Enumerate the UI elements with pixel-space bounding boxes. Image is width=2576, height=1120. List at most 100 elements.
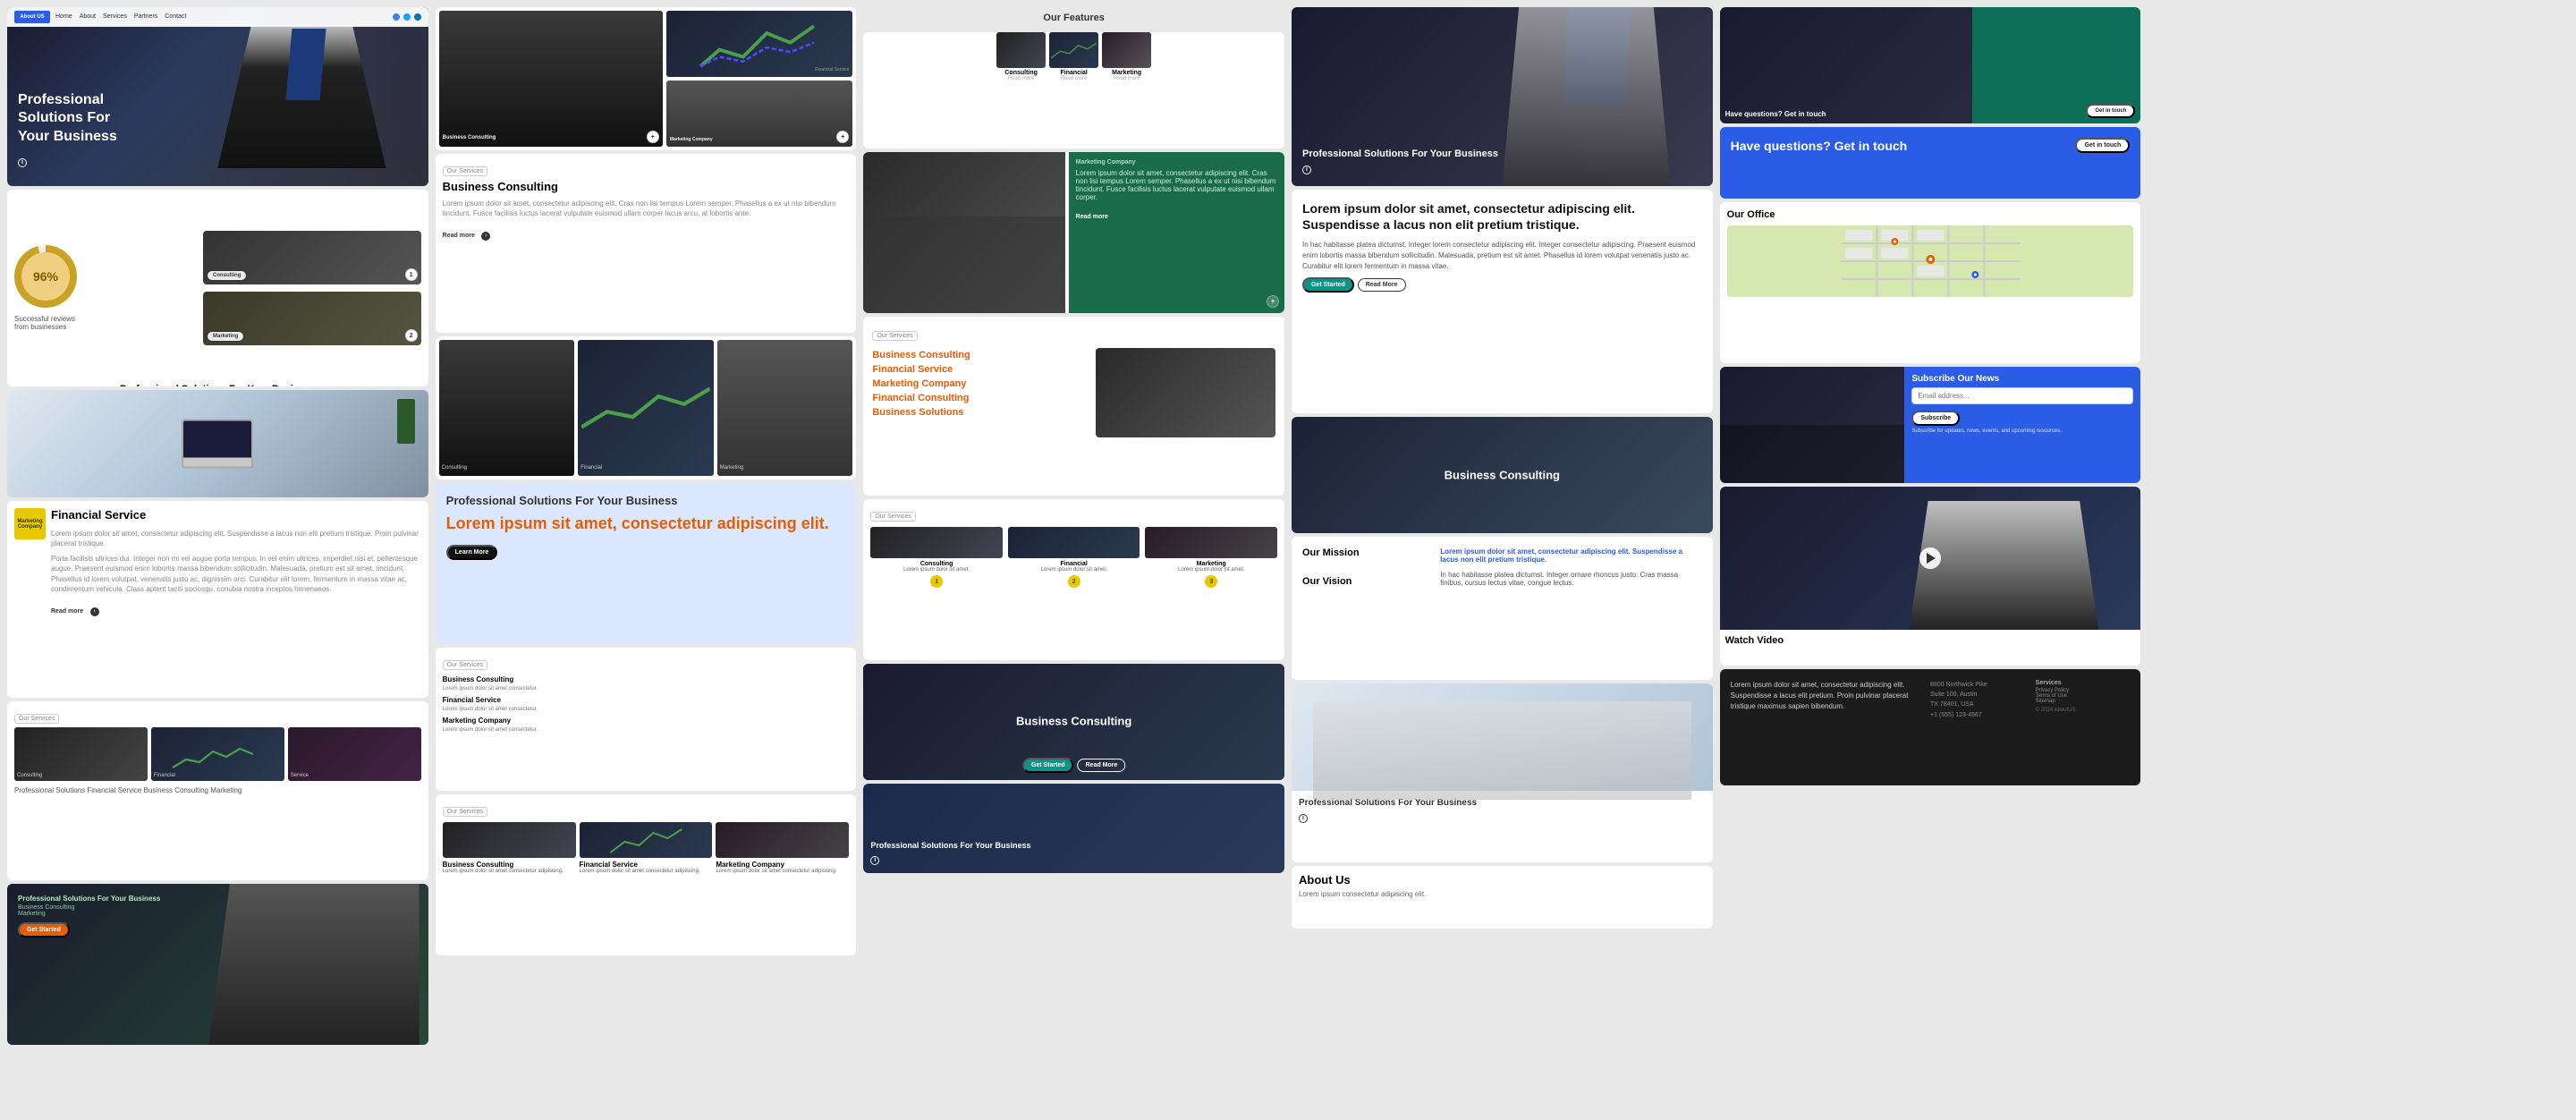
- consulting-badge: Consulting: [207, 265, 247, 281]
- icon-label-1: Consulting: [870, 561, 1003, 567]
- card-footer: Lorem ipsum dolor sit amet, consectetur …: [1720, 669, 2141, 785]
- hero-info-icon[interactable]: i: [18, 152, 134, 168]
- card-cta: Professional Solutions For Your Business…: [7, 884, 428, 1045]
- our-services-label: Our Services: [443, 166, 487, 176]
- feat-consulting: Consulting Read more: [996, 32, 1046, 81]
- subscribe-title: Subscribe Our News: [1911, 374, 2133, 384]
- nav-about[interactable]: About: [80, 13, 96, 20]
- suit-hero-info[interactable]: i: [1302, 165, 1311, 174]
- svc-2-desc: Lorem ipsum dolor sit amet consectetur.: [443, 707, 850, 712]
- chart-svg-2: [578, 340, 714, 476]
- nav-partners[interactable]: Partners: [134, 13, 157, 20]
- read-more-btn[interactable]: Read more: [443, 233, 475, 239]
- mission-text: Lorem ipsum dolor sit amet, consectetur …: [1440, 547, 1701, 564]
- mv-texts: Lorem ipsum dolor sit amet, consectetur …: [1440, 547, 1701, 587]
- chart-svg-1: [153, 743, 273, 770]
- feat-readmore-2[interactable]: Read more: [1049, 76, 1098, 81]
- subscribe-email-input[interactable]: [1911, 387, 2133, 404]
- feature-tabs-row: Consulting Read more Financial Read more…: [863, 32, 1284, 81]
- our-services-icon-label: Our Services: [870, 512, 915, 522]
- card-questions-img: Have questions? Get in touch Get in touc…: [1720, 7, 2141, 123]
- read-more-link[interactable]: Read more: [51, 608, 83, 615]
- read-more-arrow-2[interactable]: ›: [481, 232, 490, 241]
- marketing-co-readmore: Read more: [1076, 207, 1277, 223]
- card-financial-service: Marketing Company Financial Service Lore…: [7, 501, 428, 698]
- nav-contact[interactable]: Contact: [165, 13, 186, 20]
- orange-services-row: Business Consulting Financial Service Ma…: [872, 348, 1275, 437]
- footer-row: Lorem ipsum dolor sit amet, consectetur …: [1731, 680, 2131, 720]
- services-list-items: Business Consulting Lorem ipsum dolor si…: [443, 675, 850, 733]
- marketing-badge: Marketing: [207, 326, 244, 342]
- feat-financial: Financial Read more: [1049, 32, 1098, 81]
- q-btn-area: Get in touch: [2086, 100, 2135, 118]
- collab-info[interactable]: i: [1299, 814, 1308, 823]
- circle-label: Successful reviews from businesses: [14, 315, 86, 331]
- img-chart-2: Financial: [578, 340, 714, 476]
- lorem-read-more[interactable]: Read More: [1358, 278, 1406, 292]
- three-img-row: Business Consulting + Financial Service: [439, 11, 853, 147]
- cfm-desc-3: Lorem ipsum dolor sit amet consectetur a…: [716, 869, 849, 874]
- card-our-office: Our Office: [1720, 202, 2141, 363]
- learn-more-btn[interactable]: Learn More: [446, 545, 498, 560]
- card-office-mac: [7, 390, 428, 497]
- plant: [397, 399, 415, 444]
- card-icons-row: Our Services Consulting Lorem ipsum dolo…: [863, 499, 1284, 660]
- img-right-col: Financial Service Marketing Company +: [666, 11, 852, 147]
- cta-sub: Business Consulting: [18, 904, 197, 911]
- financial-body2: Porta facilisis ultrices dui. Integer no…: [51, 554, 421, 594]
- get-started-btn[interactable]: Get Started: [1022, 758, 1074, 773]
- our-services-orange-label: Our Services: [872, 331, 917, 341]
- column-3: Our Features Consulting Read more Financ…: [863, 7, 1284, 1045]
- read-more-arrow[interactable]: ›: [90, 607, 99, 616]
- chart-feat: [1049, 32, 1098, 68]
- social-icon-3[interactable]: [414, 13, 421, 21]
- services-label: Our Services: [14, 714, 59, 724]
- consult-overlay-text: Business Consulting: [1445, 469, 1560, 482]
- financial-body1: Lorem ipsum dolor sit amet, consectetur …: [51, 529, 421, 548]
- lorem-actions: Get Started Read More: [1302, 277, 1702, 293]
- feat-readmore-1[interactable]: Read more: [996, 76, 1046, 81]
- q-img-dark: Have questions? Get in touch: [1720, 7, 1972, 123]
- play-btn[interactable]: [1919, 547, 1941, 569]
- suit-hero-text: Professional Solutions For Your Business…: [1302, 148, 1498, 175]
- map-placeholder: [1727, 225, 2134, 297]
- footer-links: Services Privacy Policy Terms of Use Sit…: [2036, 680, 2131, 720]
- social-icon-2[interactable]: [403, 13, 411, 21]
- get-in-touch-blue-btn[interactable]: Get in touch: [2075, 138, 2130, 153]
- column-4: Professional Solutions For Your Business…: [1292, 7, 1713, 1045]
- q-blue-title: Have questions? Get in touch: [1731, 139, 1908, 153]
- img-meeting-2: Marketing: [717, 340, 853, 476]
- cfm-marketing: Marketing Company Lorem ipsum dolor sit …: [716, 822, 849, 874]
- nav-home[interactable]: Home: [55, 13, 72, 20]
- three-img-row-2: Consulting Financial Marketing: [439, 340, 853, 476]
- subscribe-btn[interactable]: Subscribe: [1911, 411, 1960, 426]
- office-title: Our Office: [1727, 209, 2134, 220]
- marketing-co-link[interactable]: Read more: [1076, 214, 1108, 220]
- cta-get-started-btn[interactable]: Get Started: [18, 922, 70, 938]
- card-questions-blue: Have questions? Get in touch Get in touc…: [1720, 127, 2141, 199]
- lorem-get-started[interactable]: Get Started: [1302, 277, 1354, 293]
- about-us-title: About Us: [1299, 873, 1706, 887]
- chart-num: Financial Service: [815, 59, 849, 75]
- nav-logo[interactable]: About US: [14, 11, 50, 23]
- hero-title: Professional Solutions For Your Business: [18, 91, 134, 147]
- financial-label-2: Financial: [580, 457, 602, 473]
- social-icon-1[interactable]: [393, 13, 400, 21]
- icon-desc-3: Lorem ipsum dolor sit amet.: [1145, 567, 1277, 573]
- get-in-touch-btn[interactable]: Get in touch: [2086, 104, 2135, 118]
- card-watch-video: Watch Video: [1720, 487, 2141, 666]
- feat-label-3: Marketing: [1102, 70, 1151, 76]
- read-more-row: Read more ›: [51, 601, 421, 617]
- cfm-consulting: Business Consulting Lorem ipsum dolor si…: [443, 822, 576, 874]
- pro-small-info[interactable]: i: [870, 856, 879, 865]
- read-more-btn-hero[interactable]: Read More: [1078, 759, 1126, 772]
- financial-title: Financial Service: [51, 508, 421, 523]
- feat-readmore-3[interactable]: Read more: [1102, 76, 1151, 81]
- biz-hero-text: Business Consulting: [1016, 715, 1131, 730]
- footer-link-sitemap[interactable]: Sitemap: [2036, 699, 2131, 704]
- card-biz-consult-overlay: Business Consulting: [1292, 417, 1713, 533]
- nav-services[interactable]: Services: [103, 13, 127, 20]
- mv-row: Our Mission Our Vision Lorem ipsum dolor…: [1302, 547, 1702, 587]
- subscribe-note: Subscribe for updates, news, events, and…: [1911, 428, 2133, 434]
- marketing-co-label: Marketing Company: [1076, 159, 1277, 165]
